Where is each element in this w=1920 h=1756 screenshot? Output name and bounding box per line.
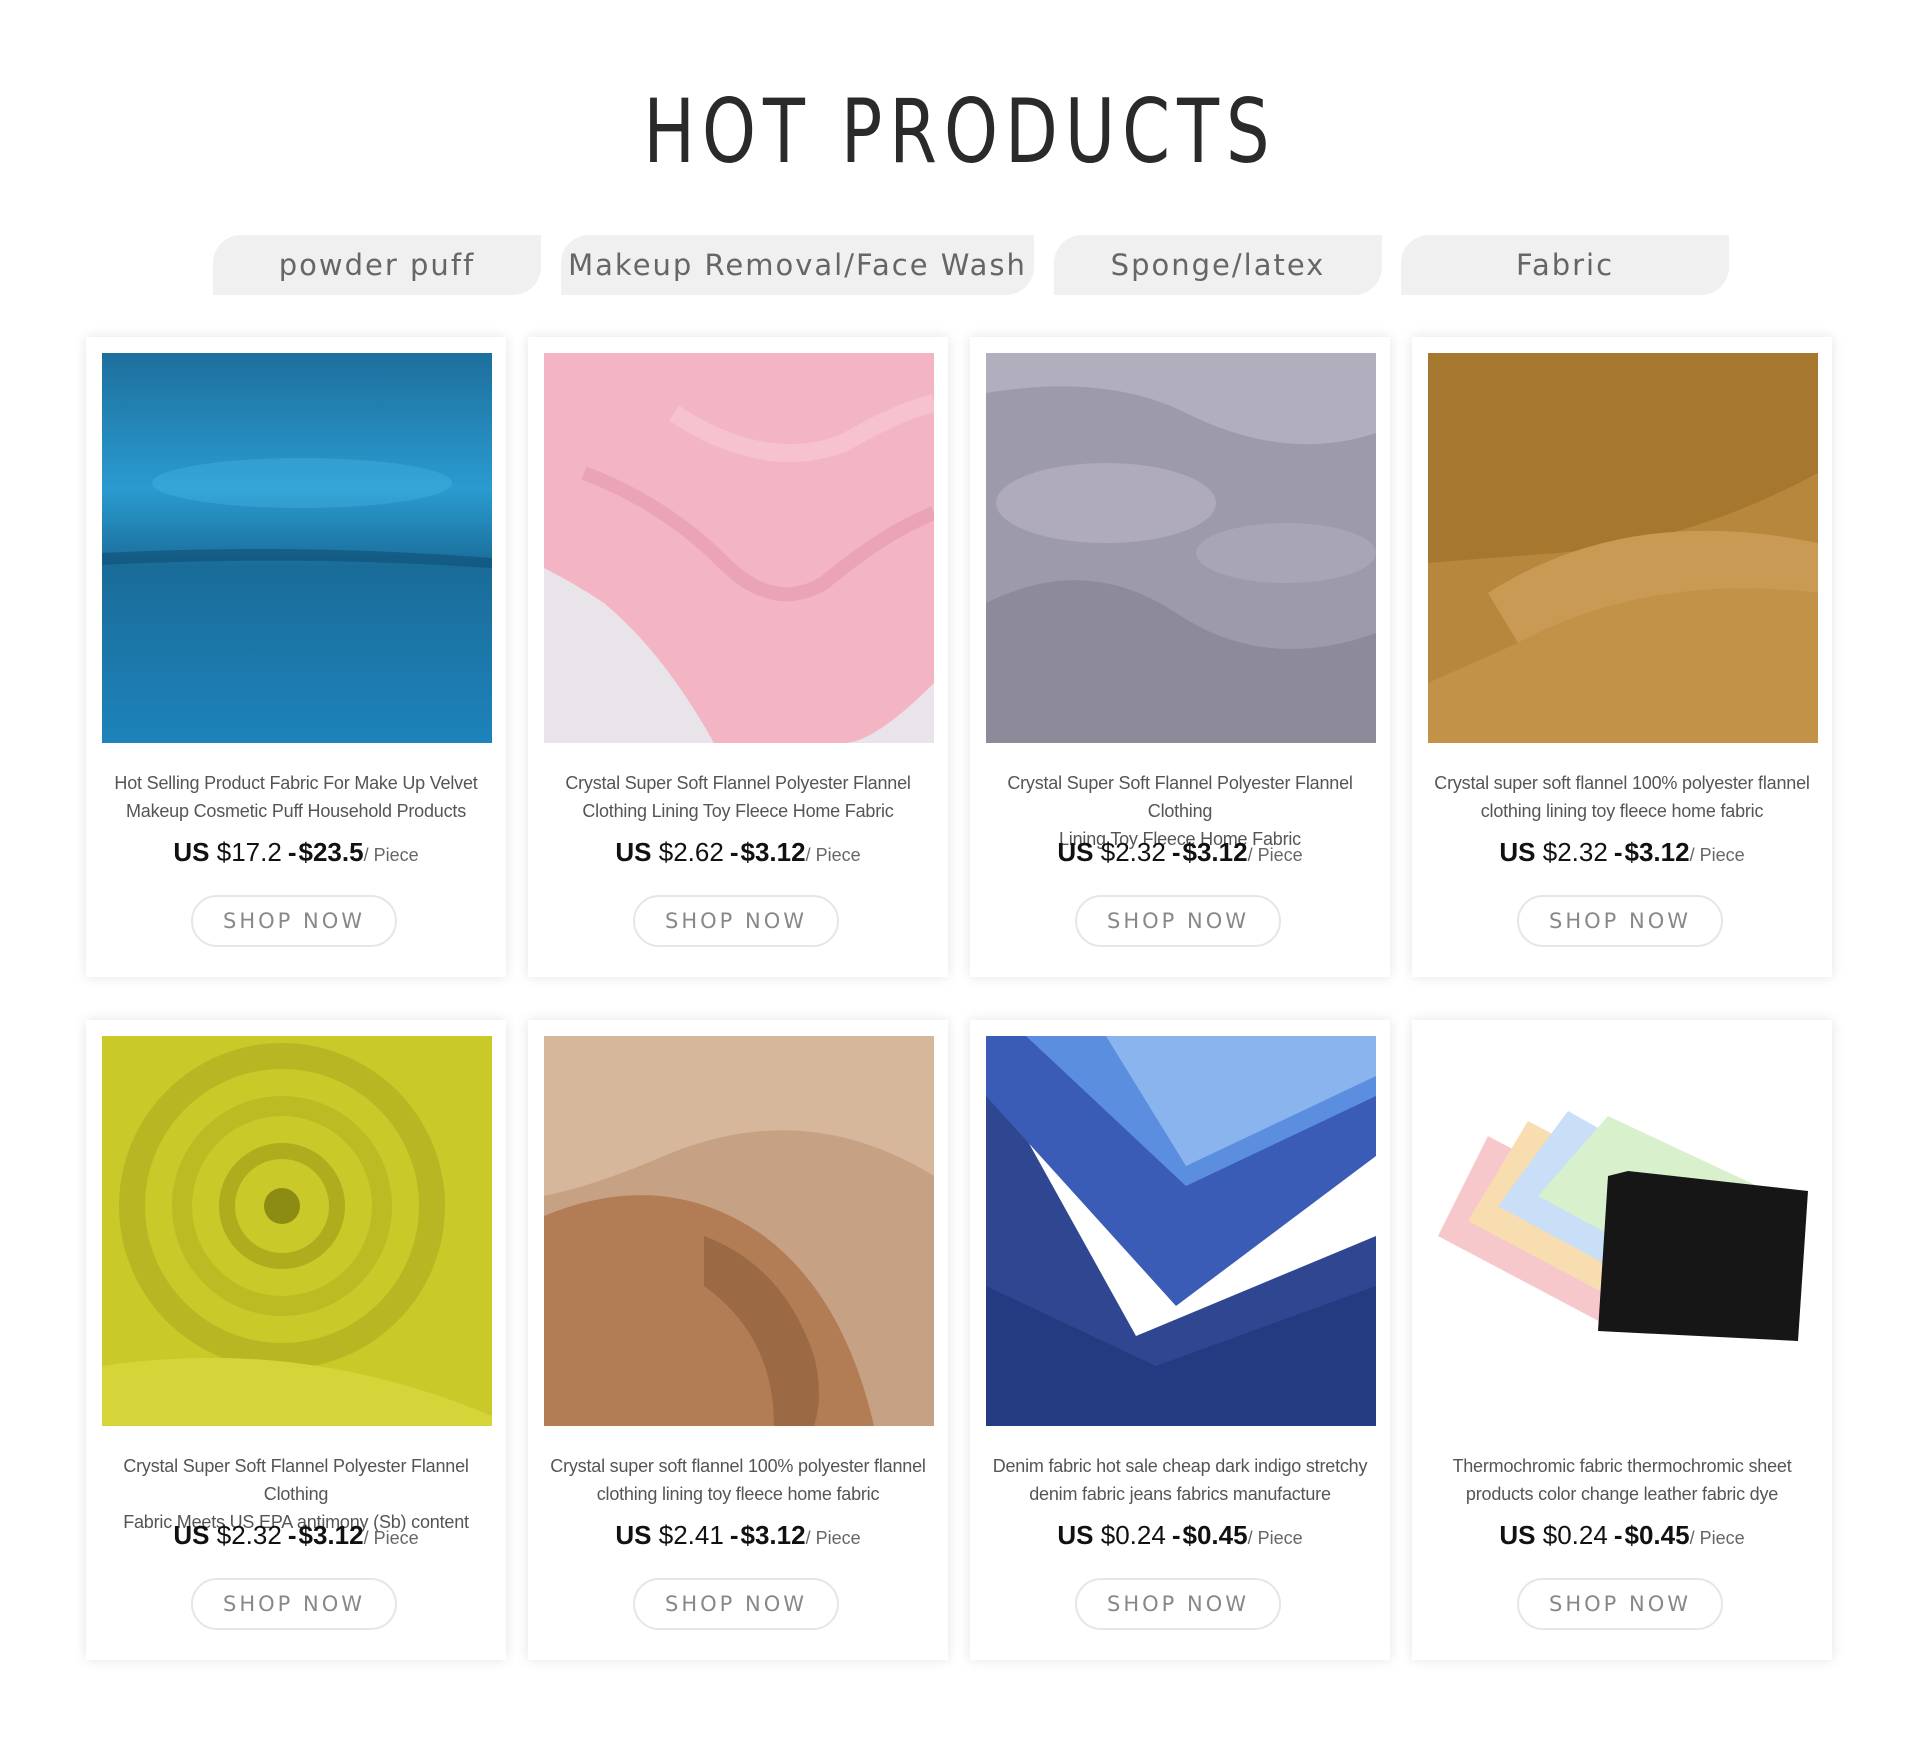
product-title[interactable]: Denim fabric hot sale cheap dark indigo … [976,1452,1384,1508]
yellow-swirl-fabric-image[interactable] [102,1036,492,1426]
product-price: US $0.24 -$0.45/ Piece [1499,1520,1745,1550]
product-title[interactable]: Hot Selling Product Fabric For Make Up V… [92,769,500,825]
product-card[interactable]: Crystal Super Soft Flannel Polyester Fla… [970,337,1390,977]
denim-fabric-image[interactable] [986,1036,1376,1426]
plush-fleece-fabric-image[interactable] [544,1036,934,1426]
product-price: US $2.32 -$3.12/ Piece [1057,837,1303,867]
shop-now-button[interactable]: SHOP NOW [1075,895,1281,947]
product-title[interactable]: Crystal super soft flannel 100% polyeste… [534,1452,942,1508]
product-price: US $17.2 -$23.5/ Piece [173,837,419,867]
product-card[interactable]: Thermochromic fabric thermochromic sheet… [1412,1020,1832,1660]
product-card[interactable]: Crystal Super Soft Flannel Polyester Fla… [528,337,948,977]
tan-flannel-fabric-image[interactable] [1428,353,1818,743]
product-card[interactable]: Crystal super soft flannel 100% polyeste… [1412,337,1832,977]
blue-velvet-fabric-image[interactable] [102,353,492,743]
shop-now-button[interactable]: SHOP NOW [191,1578,397,1630]
shop-now-button[interactable]: SHOP NOW [633,895,839,947]
product-title[interactable]: Thermochromic fabric thermochromic sheet… [1418,1452,1826,1508]
product-title[interactable]: Crystal Super Soft Flannel Polyester Fla… [534,769,942,825]
product-price: US $0.24 -$0.45/ Piece [1057,1520,1303,1550]
product-price: US $2.32 -$3.12/ Piece [1499,837,1745,867]
product-card[interactable]: Crystal super soft flannel 100% polyeste… [528,1020,948,1660]
product-grid: Hot Selling Product Fabric For Make Up V… [0,0,1920,1756]
shop-now-button[interactable]: SHOP NOW [633,1578,839,1630]
shop-now-button[interactable]: SHOP NOW [1517,1578,1723,1630]
shop-now-button[interactable]: SHOP NOW [191,895,397,947]
product-card[interactable]: Crystal Super Soft Flannel Polyester Fla… [86,1020,506,1660]
product-price: US $2.62 -$3.12/ Piece [615,837,861,867]
cleaning-cloth-swatches-image[interactable] [1428,1036,1818,1426]
product-card[interactable]: Hot Selling Product Fabric For Make Up V… [86,337,506,977]
shop-now-button[interactable]: SHOP NOW [1075,1578,1281,1630]
product-price: US $2.32 -$3.12/ Piece [173,1520,419,1550]
lavender-flannel-fabric-image[interactable] [986,353,1376,743]
product-price: US $2.41 -$3.12/ Piece [615,1520,861,1550]
product-title[interactable]: Crystal super soft flannel 100% polyeste… [1418,769,1826,825]
product-card[interactable]: Denim fabric hot sale cheap dark indigo … [970,1020,1390,1660]
shop-now-button[interactable]: SHOP NOW [1517,895,1723,947]
pink-flannel-fabric-image[interactable] [544,353,934,743]
